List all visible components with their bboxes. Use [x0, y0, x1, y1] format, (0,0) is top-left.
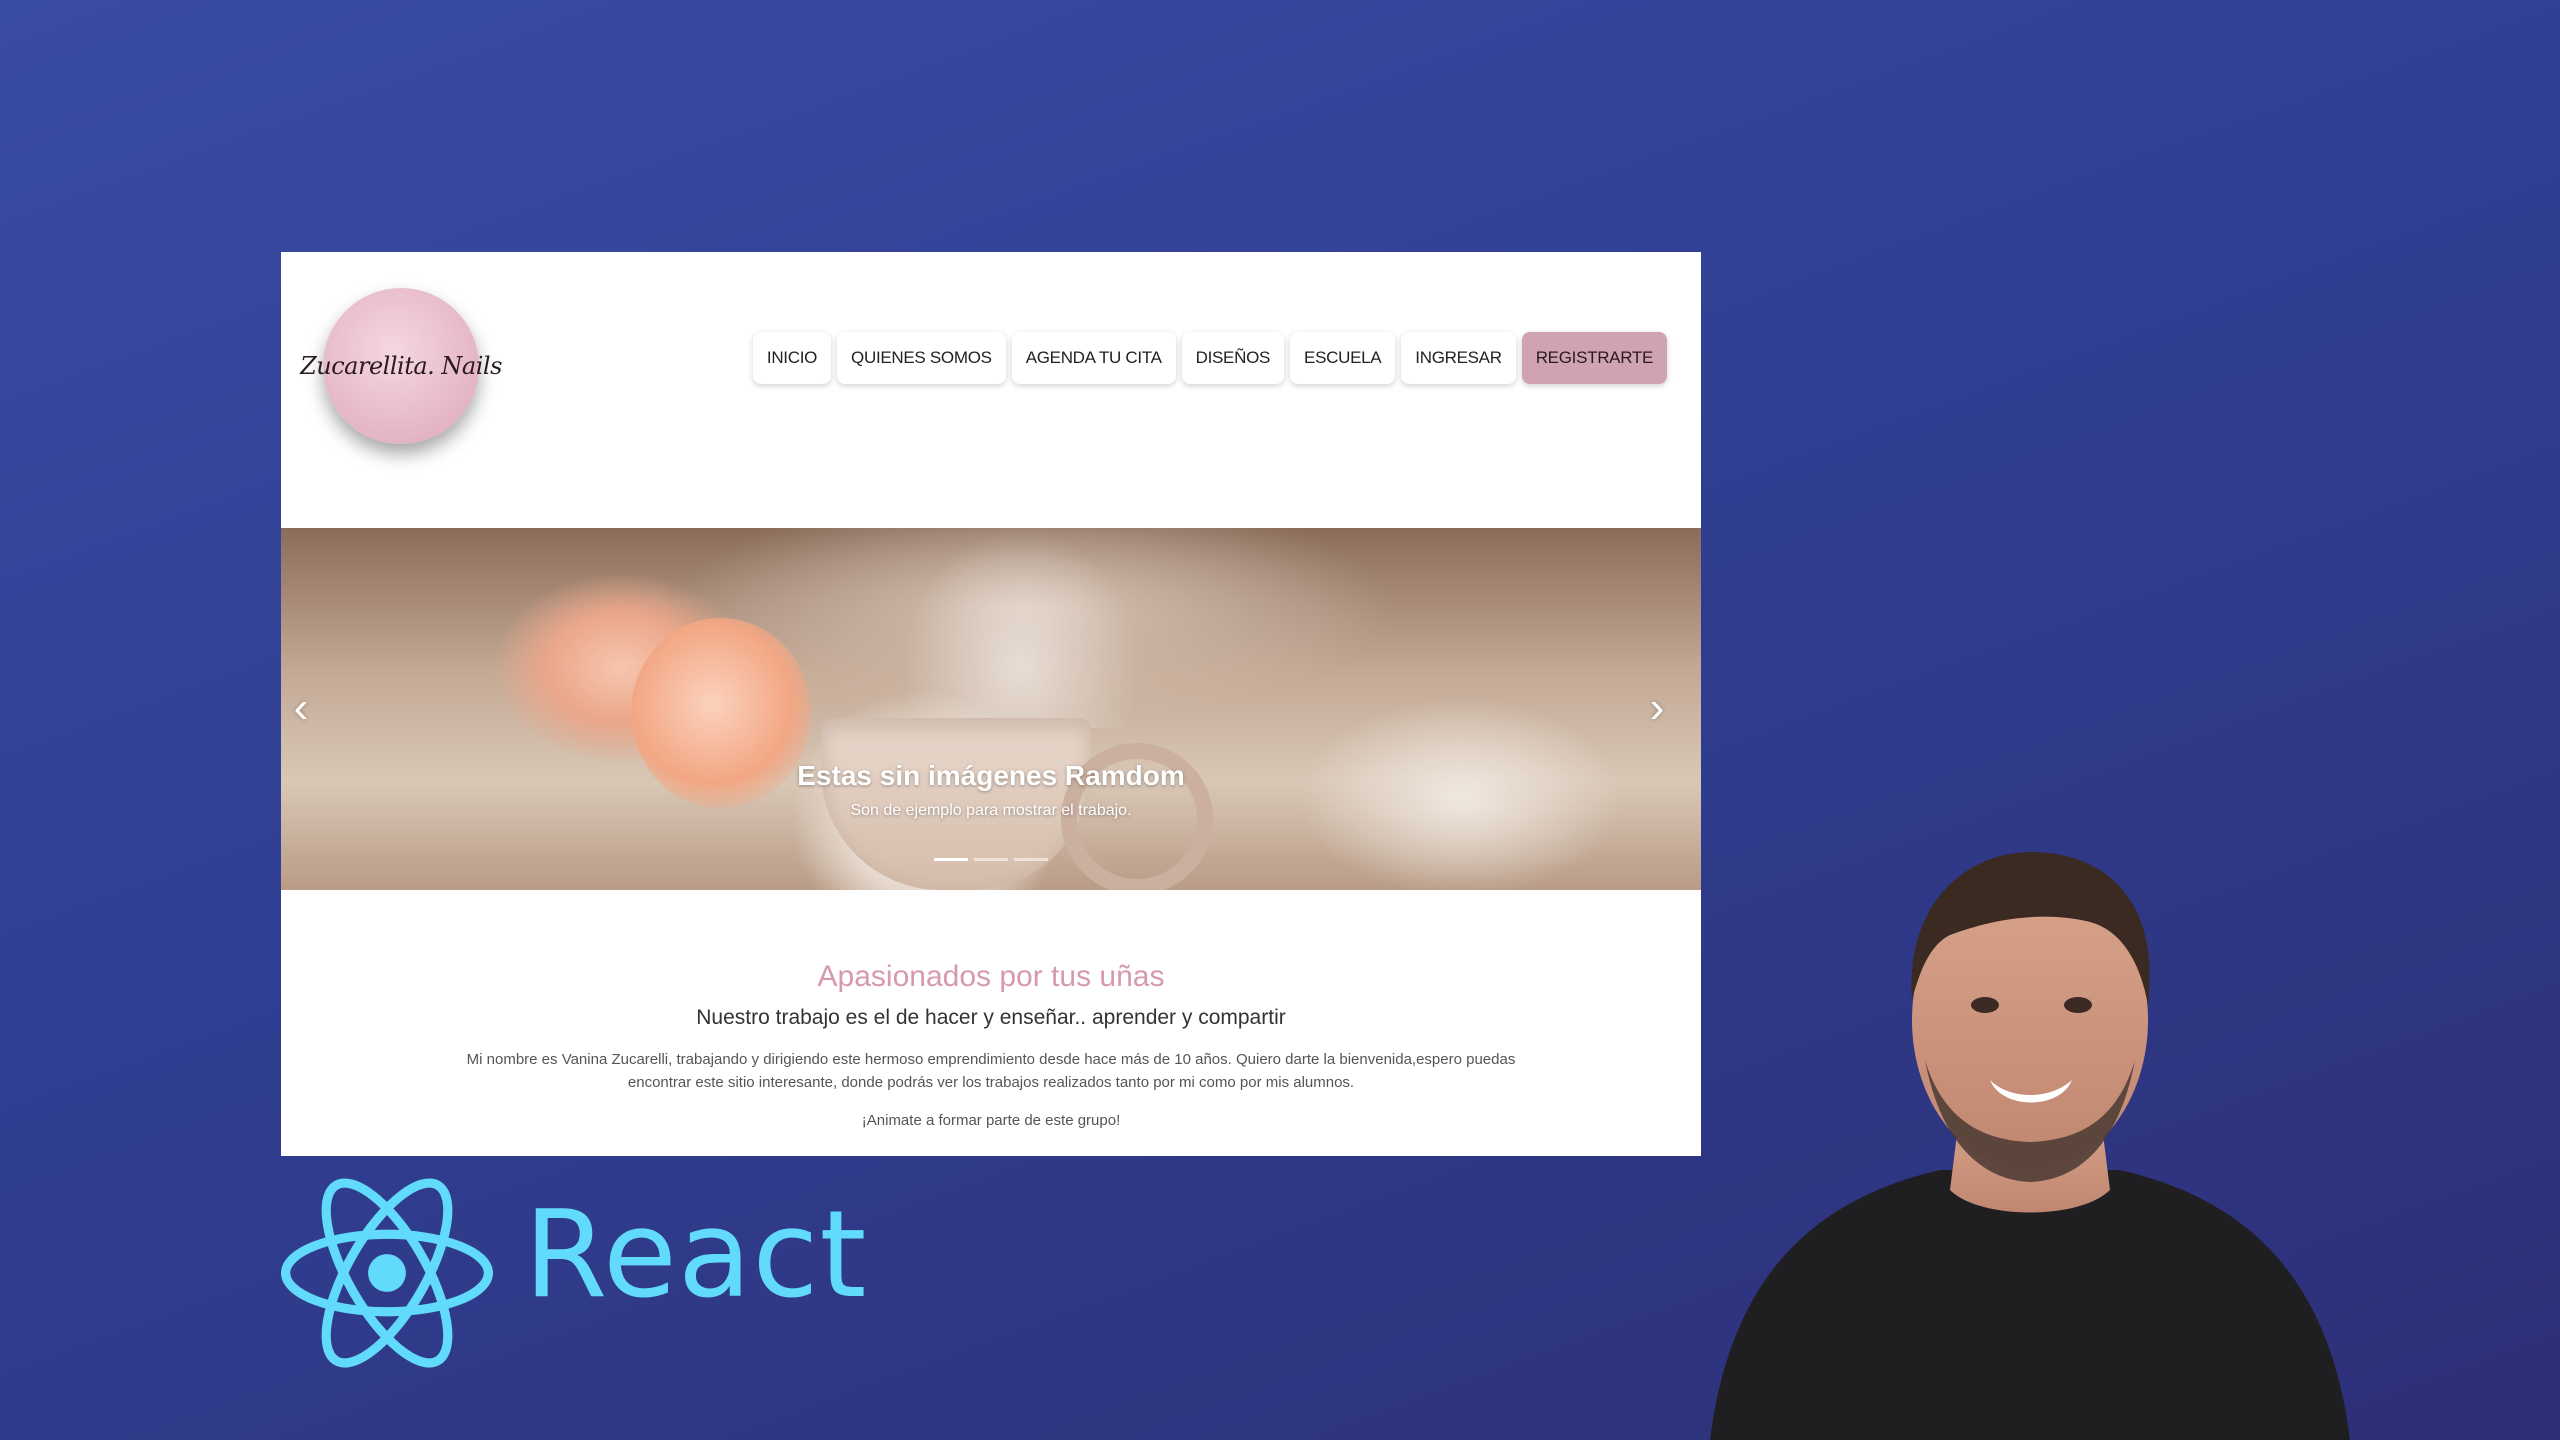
site-header: Zucarellita. Nails INICIO QUIENES SOMOS … [281, 252, 1701, 528]
presenter-photo [1710, 851, 2350, 1440]
nav-escuela[interactable]: ESCUELA [1290, 332, 1396, 384]
nav-registrarte-button[interactable]: REGISTRARTE [1521, 332, 1667, 384]
hero-carousel: ‹ › Estas sin imágenes Ramdom Son de eje… [281, 528, 1701, 890]
site-logo[interactable]: Zucarellita. Nails [300, 288, 502, 444]
carousel-indicator[interactable] [1014, 858, 1048, 861]
carousel-indicator[interactable] [974, 858, 1008, 861]
about-title: Apasionados por tus uñas [817, 960, 1165, 993]
nav-ingresar[interactable]: INGRESAR [1401, 332, 1516, 384]
main-nav: INICIO QUIENES SOMOS AGENDA TU CITA DISE… [752, 332, 1667, 384]
about-cta: ¡Animate a formar parte de este grupo! [861, 1112, 1121, 1129]
about-section: Apasionados por tus uñas Nuestro trabajo… [281, 890, 1701, 1156]
about-body: Mi nombre es Vanina Zucarelli, trabajand… [466, 1051, 1516, 1091]
carousel-caption: Estas sin imágenes Ramdom Son de ejemplo… [281, 760, 1701, 820]
about-subtitle: Nuestro trabajo es el de hacer y enseñar… [696, 1006, 1286, 1029]
react-wordmark: React [524, 1186, 868, 1325]
react-atom-icon [281, 1178, 493, 1368]
chevron-right-icon[interactable]: › [1637, 678, 1677, 738]
nav-quienes-somos[interactable]: QUIENES SOMOS [837, 332, 1006, 384]
nav-disenos[interactable]: DISEÑOS [1181, 332, 1285, 384]
nav-inicio[interactable]: INICIO [752, 332, 832, 384]
hero-image-steam [901, 528, 1141, 728]
nav-agenda-tu-cita[interactable]: AGENDA TU CITA [1011, 332, 1176, 384]
caption-text: Son de ejemplo para mostrar el trabajo. [850, 802, 1132, 819]
carousel-indicator[interactable] [934, 858, 968, 861]
chevron-left-icon[interactable]: ‹ [281, 678, 321, 738]
caption-title: Estas sin imágenes Ramdom [797, 760, 1185, 791]
website-screenshot: Zucarellita. Nails INICIO QUIENES SOMOS … [281, 252, 1701, 1156]
logo-text: Zucarellita. Nails [300, 352, 502, 380]
carousel-indicators [281, 858, 1701, 861]
